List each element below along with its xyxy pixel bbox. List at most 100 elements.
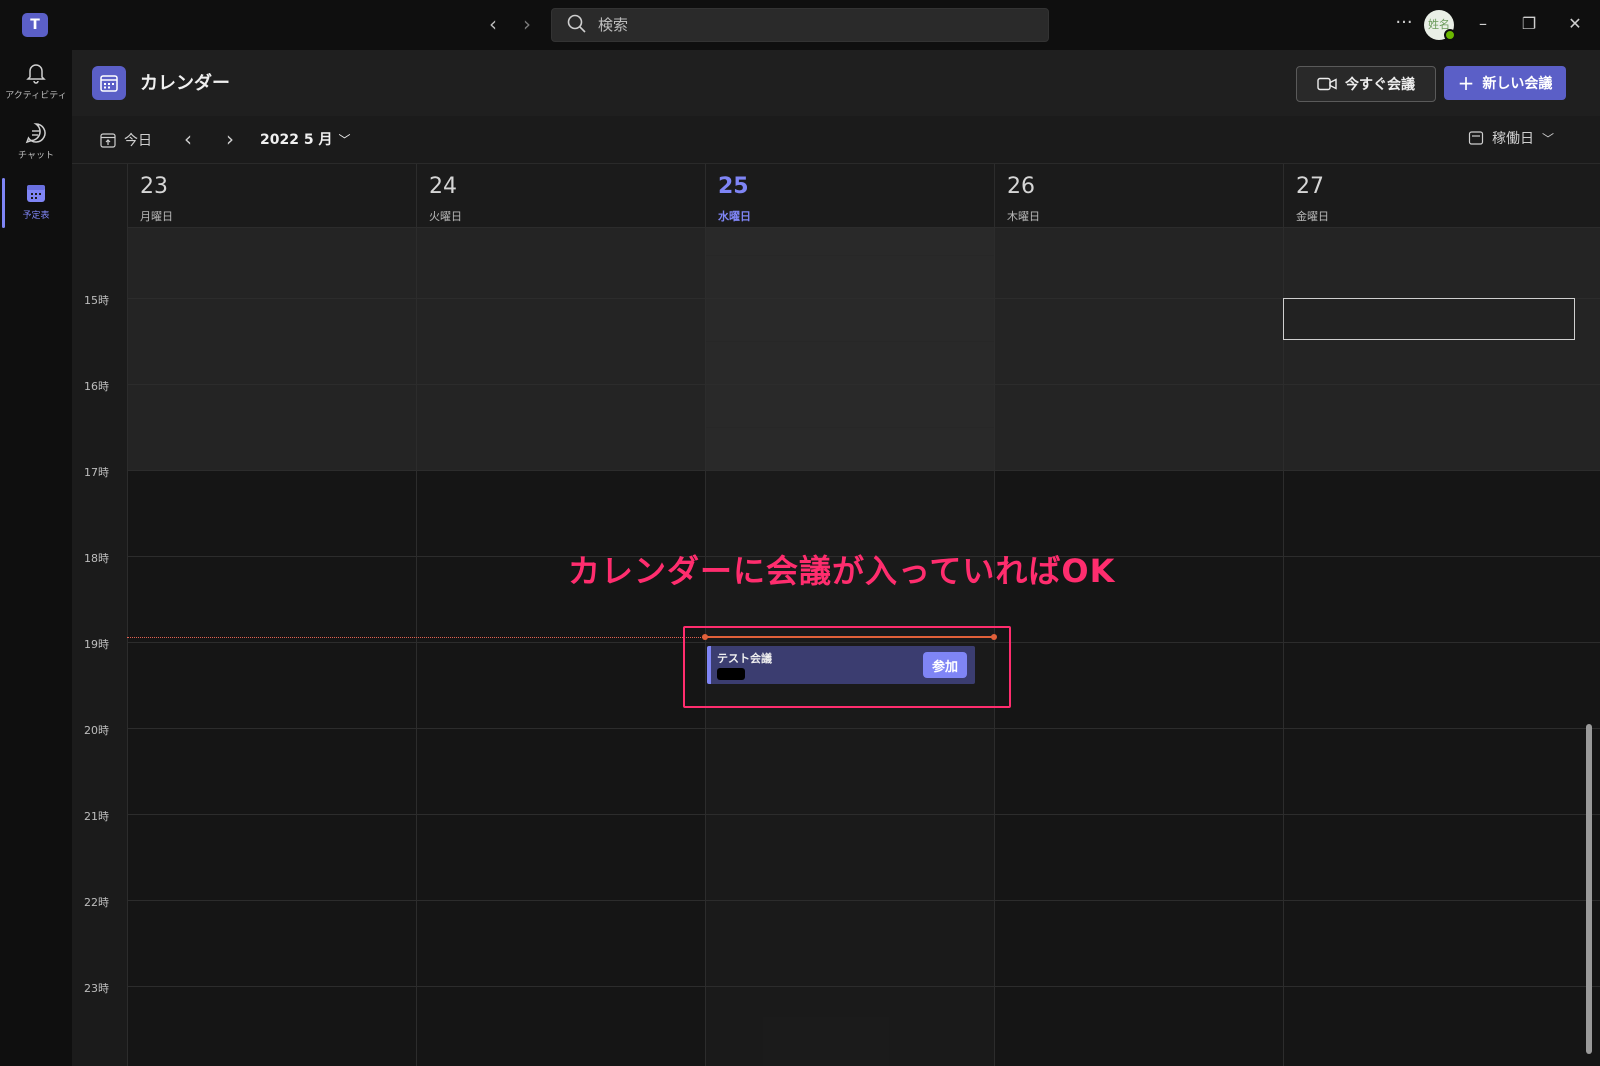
view-label: 稼働日: [1492, 131, 1534, 147]
hour-label: 23時: [84, 982, 109, 995]
half-hour-line: [705, 255, 994, 256]
chevron-down-icon: ﹀: [1542, 131, 1555, 146]
search-box[interactable]: [551, 8, 1049, 42]
day-headers: 23 月曜日 24 火曜日 25 水曜日 26 木曜日 27 金曜日: [127, 164, 1600, 228]
day-name: 月曜日: [140, 210, 173, 223]
day-number: 24: [429, 174, 457, 199]
chevron-down-icon: ﹀: [338, 132, 351, 147]
rail-item-label: 予定表: [22, 211, 50, 221]
rail-item-chat[interactable]: チャット: [0, 114, 72, 172]
day-number: 27: [1296, 174, 1324, 199]
rail-item-activity[interactable]: アクティビティ: [0, 54, 72, 112]
search-input[interactable]: [598, 13, 1038, 37]
month-picker[interactable]: 2022 5 月 ﹀: [260, 129, 350, 149]
hour-label: 22時: [84, 896, 109, 909]
annotation-text: カレンダーに会議が入っていればOK: [568, 552, 1116, 590]
next-week-icon[interactable]: ›: [218, 126, 242, 154]
day-number: 25: [718, 174, 749, 199]
page-title: カレンダー: [140, 73, 230, 94]
hour-line: [127, 900, 1600, 901]
hour-label: 19時: [84, 638, 109, 651]
meeting-event[interactable]: テスト会議 参加: [707, 646, 975, 684]
chat-icon: [25, 123, 46, 144]
presence-available-icon: [1444, 29, 1456, 41]
title-bar: T ‹ › ··· 姓名 – ❐ ✕: [0, 0, 1600, 50]
minimize-icon[interactable]: –: [1468, 10, 1498, 40]
hour-line: [127, 814, 1600, 815]
close-icon[interactable]: ✕: [1560, 10, 1590, 40]
week-grid: 23 月曜日 24 火曜日 25 水曜日 26 木曜日 27 金曜日 15時 1…: [72, 164, 1600, 1066]
day-name: 火曜日: [429, 210, 462, 223]
hour-label: 15時: [84, 294, 109, 307]
hour-line: [127, 642, 1600, 643]
day-header-mon[interactable]: 23 月曜日: [127, 164, 416, 228]
app-rail: アクティビティ チャット 予定表: [0, 50, 72, 1066]
today-label: 今日: [124, 133, 152, 149]
calendar-body: テスト会議 参加 カレンダーに会議が入っていればOK: [127, 228, 1600, 1066]
calendar-header: カレンダー 今すぐ会議 + 新しい会議: [72, 50, 1600, 116]
hour-label: 16時: [84, 380, 109, 393]
avatar[interactable]: 姓名: [1424, 10, 1456, 41]
day-header-fri[interactable]: 27 金曜日: [1283, 164, 1600, 228]
restore-icon[interactable]: ❐: [1514, 10, 1544, 40]
current-time-line-today: [705, 636, 994, 638]
day-number: 26: [1007, 174, 1035, 199]
meet-now-label: 今すぐ会議: [1345, 76, 1415, 93]
video-camera-icon: [1317, 77, 1337, 90]
day-column-line: [1283, 228, 1284, 1066]
calendar-toolbar: 今日 ‹ › 2022 5 月 ﹀ 稼働日 ﹀: [72, 116, 1600, 164]
current-time-dot: [991, 634, 997, 640]
hour-line: [127, 470, 1600, 471]
previous-week-icon[interactable]: ‹: [176, 126, 200, 154]
day-column-line: [127, 228, 128, 1066]
rail-item-label: アクティビティ: [5, 91, 67, 101]
half-hour-line: [705, 341, 994, 342]
month-label: 2022 5 月: [260, 132, 333, 148]
new-meeting-button[interactable]: + 新しい会議: [1444, 66, 1566, 100]
forward-arrow-icon[interactable]: ›: [514, 12, 540, 38]
day-name: 金曜日: [1296, 210, 1329, 223]
rail-item-calendar[interactable]: 予定表: [0, 174, 72, 232]
day-header-thu[interactable]: 26 木曜日: [994, 164, 1283, 228]
plus-icon: +: [1457, 70, 1475, 95]
teams-logo-icon[interactable]: T: [22, 13, 48, 37]
time-gutter: 15時 16時 17時 18時 19時 20時 21時 22時 23時: [72, 228, 127, 1066]
rail-item-label: チャット: [18, 151, 54, 161]
bell-icon: [26, 64, 46, 84]
hour-line: [127, 728, 1600, 729]
day-column-line: [416, 228, 417, 1066]
day-column-line: [705, 228, 706, 1066]
day-header-wed[interactable]: 25 水曜日: [705, 164, 994, 228]
more-options-icon[interactable]: ···: [1390, 10, 1418, 38]
calendar-app-icon: [92, 66, 126, 100]
redacted-organizer: [717, 668, 745, 680]
calendar-today-icon: [100, 133, 116, 148]
vertical-scrollbar[interactable]: [1586, 724, 1592, 1054]
hour-label: 17時: [84, 466, 109, 479]
calendar-view-icon: [1468, 131, 1484, 145]
hour-line: [127, 384, 1600, 385]
day-column-line: [994, 228, 995, 1066]
event-title: テスト会議: [717, 652, 772, 665]
view-picker[interactable]: 稼働日 ﹀: [1468, 128, 1554, 148]
selected-time-slot[interactable]: [1283, 298, 1575, 340]
current-time-line: [127, 637, 705, 638]
search-icon: [567, 14, 586, 33]
meet-now-button[interactable]: 今すぐ会議: [1296, 66, 1436, 102]
hour-label: 21時: [84, 810, 109, 823]
calendar-icon: [27, 185, 45, 202]
join-button[interactable]: 参加: [923, 652, 967, 678]
day-header-tue[interactable]: 24 火曜日: [416, 164, 705, 228]
half-hour-line: [705, 427, 994, 428]
current-time-dot: [702, 634, 708, 640]
hour-line: [127, 986, 1600, 987]
hour-label: 18時: [84, 552, 109, 565]
today-button[interactable]: 今日: [100, 128, 152, 152]
day-number: 23: [140, 174, 168, 199]
calendar-main: カレンダー 今すぐ会議 + 新しい会議 今日 ‹ › 2022 5 月 ﹀ 稼働…: [72, 50, 1600, 1066]
day-name: 水曜日: [718, 210, 751, 223]
hour-label: 20時: [84, 724, 109, 737]
new-meeting-label: 新しい会議: [1482, 75, 1553, 92]
day-name: 木曜日: [1007, 210, 1040, 223]
back-arrow-icon[interactable]: ‹: [480, 12, 506, 38]
